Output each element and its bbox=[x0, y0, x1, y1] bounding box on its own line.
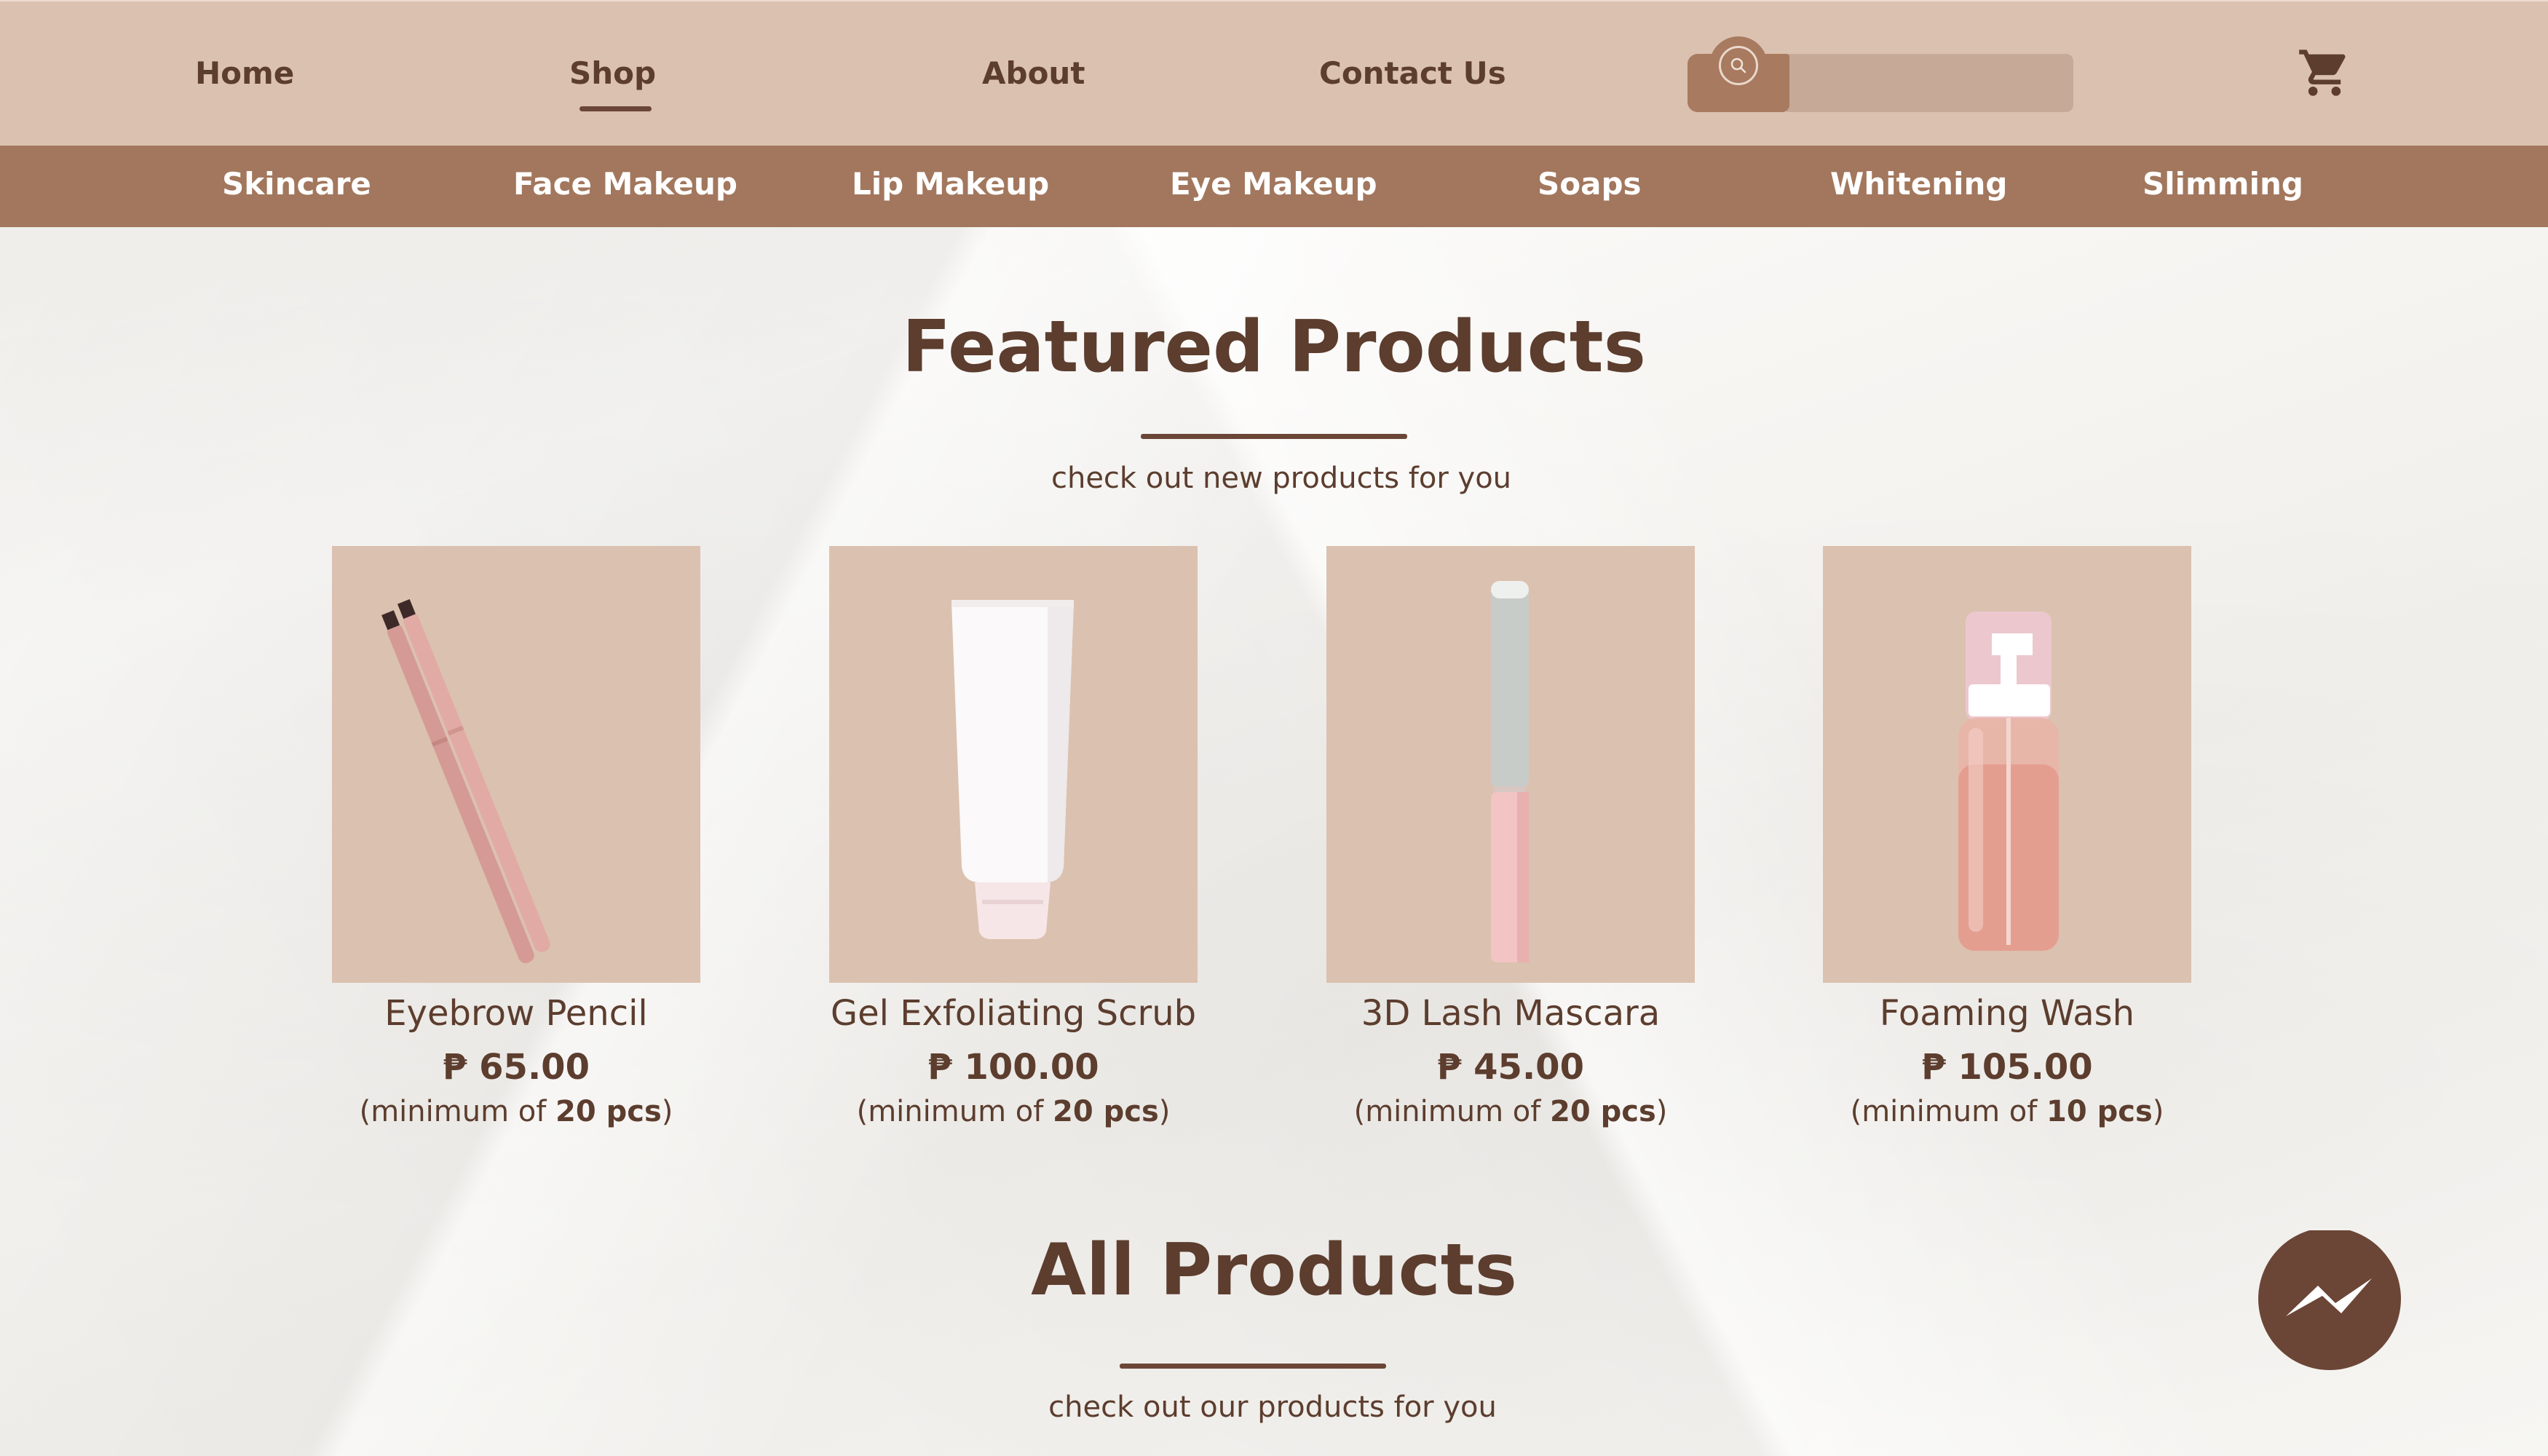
product-card-gel-exfoliating-scrub[interactable]: Gel Exfoliating Scrub ₱ 100.00 (minimum … bbox=[829, 546, 1198, 1128]
product-card-foaming-wash[interactable]: Foaming Wash ₱ 105.00 (minimum of 10 pcs… bbox=[1823, 546, 2191, 1128]
product-minimum: (minimum of 10 pcs) bbox=[1850, 1095, 2164, 1128]
product-name: Gel Exfoliating Scrub bbox=[830, 993, 1197, 1034]
mascara-image bbox=[1491, 581, 1529, 962]
category-face-makeup[interactable]: Face Makeup bbox=[513, 166, 737, 202]
product-name: 3D Lash Mascara bbox=[1361, 993, 1661, 1034]
product-price: ₱ 45.00 bbox=[1437, 1047, 1584, 1088]
cart-icon bbox=[2299, 50, 2346, 96]
product-name: Foaming Wash bbox=[1879, 993, 2135, 1034]
cart-button[interactable] bbox=[2297, 45, 2352, 100]
all-products-subtitle: check out our products for you bbox=[1048, 1390, 1497, 1424]
messenger-icon bbox=[2258, 1227, 2401, 1370]
top-navbar: Home Shop About Contact Us bbox=[0, 0, 2548, 146]
nav-about[interactable]: About bbox=[982, 55, 1085, 91]
product-price: ₱ 105.00 bbox=[1921, 1047, 2093, 1088]
product-minimum: (minimum of 20 pcs) bbox=[1353, 1095, 1668, 1128]
product-name: Eyebrow Pencil bbox=[384, 993, 648, 1034]
category-whitening[interactable]: Whitening bbox=[1830, 166, 2007, 202]
eyebrow-pencil-image bbox=[381, 598, 550, 964]
search-button[interactable] bbox=[1719, 46, 1758, 85]
featured-products-title: Featured Products bbox=[902, 306, 1646, 389]
nav-contact-us[interactable]: Contact Us bbox=[1319, 55, 1506, 91]
category-bar: Skincare Face Makeup Lip Makeup Eye Make… bbox=[0, 146, 2548, 227]
category-lip-makeup[interactable]: Lip Makeup bbox=[852, 166, 1049, 202]
nav-home[interactable]: Home bbox=[195, 55, 294, 91]
product-card-3d-lash-mascara[interactable]: 3D Lash Mascara ₱ 45.00 (minimum of 20 p… bbox=[1326, 546, 1695, 1128]
product-image[interactable] bbox=[1326, 546, 1695, 983]
all-products-title: All Products bbox=[1031, 1229, 1517, 1312]
category-soaps[interactable]: Soaps bbox=[1538, 166, 1642, 202]
scrub-tube-image bbox=[951, 600, 1074, 939]
featured-subtitle: check out new products for you bbox=[1051, 462, 1512, 495]
category-slimming[interactable]: Slimming bbox=[2143, 166, 2303, 202]
product-card-eyebrow-pencil[interactable]: Eyebrow Pencil ₱ 65.00 (minimum of 20 pc… bbox=[332, 546, 700, 1128]
foaming-wash-image bbox=[1958, 612, 2059, 951]
product-minimum: (minimum of 20 pcs) bbox=[856, 1095, 1171, 1128]
category-eye-makeup[interactable]: Eye Makeup bbox=[1170, 166, 1377, 202]
all-products-divider bbox=[1120, 1364, 1386, 1369]
product-image[interactable] bbox=[332, 546, 700, 983]
messenger-button[interactable] bbox=[2257, 1227, 2402, 1376]
search-input[interactable] bbox=[1782, 54, 2073, 112]
search-icon bbox=[1730, 58, 1746, 74]
product-price: ₱ 100.00 bbox=[927, 1047, 1099, 1088]
product-price: ₱ 65.00 bbox=[443, 1047, 590, 1088]
search-bar bbox=[1688, 36, 2073, 112]
featured-divider bbox=[1141, 434, 1407, 439]
product-minimum: (minimum of 20 pcs) bbox=[359, 1095, 673, 1128]
nav-shop[interactable]: Shop bbox=[569, 55, 656, 111]
product-image[interactable] bbox=[1823, 546, 2191, 983]
product-image[interactable] bbox=[829, 546, 1198, 983]
category-skincare[interactable]: Skincare bbox=[222, 166, 371, 202]
